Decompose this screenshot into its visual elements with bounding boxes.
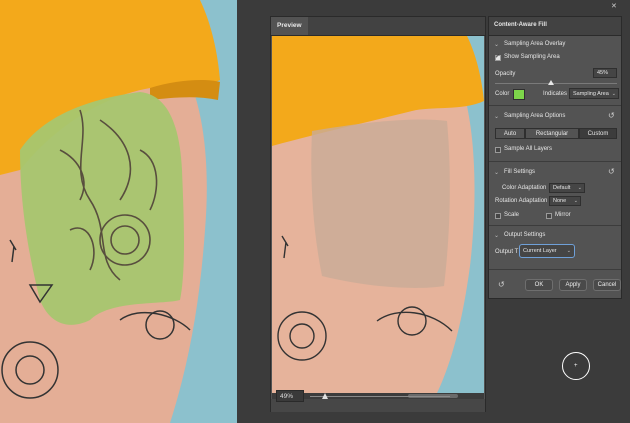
close-icon[interactable]: ✕	[611, 2, 617, 10]
section-heading-sampling-options[interactable]: Sampling Area Options	[504, 113, 565, 119]
zoom-slider-thumb[interactable]	[322, 393, 328, 399]
color-label: Color	[495, 91, 510, 97]
reset-icon[interactable]: ↺	[498, 280, 505, 289]
section-heading-sampling-overlay[interactable]: Sampling Area Overlay	[504, 41, 565, 47]
divider	[489, 105, 621, 106]
mirror-checkbox[interactable]	[546, 213, 552, 219]
sample-all-layers-label: Sample All Layers	[504, 146, 553, 152]
chevron-down-icon[interactable]: ⌄	[494, 232, 499, 239]
indicates-dropdown[interactable]: Sampling Area ⌄	[569, 88, 619, 99]
cursor-crosshair-icon: +	[574, 363, 578, 369]
output-to-label: Output T	[495, 249, 519, 255]
output-to-dropdown[interactable]: Current Layer ⌄	[519, 244, 575, 258]
color-adaptation-dropdown[interactable]: Default ⌄	[549, 183, 585, 193]
sample-all-layers-checkbox[interactable]	[495, 147, 501, 153]
tab-preview[interactable]: Preview	[271, 17, 308, 35]
opacity-slider-track[interactable]	[495, 83, 617, 84]
zoom-slider-track[interactable]	[310, 396, 450, 397]
overlay-color-swatch[interactable]	[513, 89, 525, 100]
section-heading-output-settings[interactable]: Output Settings	[504, 232, 545, 238]
indicates-value: Sampling Area	[573, 91, 609, 97]
apply-button[interactable]: Apply	[559, 279, 587, 291]
output-to-value: Current Layer	[523, 248, 557, 254]
custom-button[interactable]: Custom	[579, 128, 617, 139]
rotation-adaptation-value: None	[553, 198, 567, 204]
mirror-label: Mirror	[555, 212, 571, 218]
content-aware-fill-panel: Content-Aware Fill ⌄ Sampling Area Overl…	[488, 16, 622, 299]
chevron-down-icon: ⌄	[573, 198, 578, 204]
checkmark-icon: ✓	[495, 54, 501, 60]
color-adaptation-label: Color Adaptation	[502, 185, 547, 191]
ok-button[interactable]: OK	[525, 279, 553, 291]
chevron-down-icon[interactable]: ⌄	[494, 113, 499, 120]
document-canvas[interactable]	[0, 0, 237, 423]
scale-label: Scale	[504, 212, 520, 218]
divider	[489, 225, 621, 226]
preview-image[interactable]	[272, 36, 484, 393]
section-heading-fill-settings[interactable]: Fill Settings	[504, 169, 535, 175]
show-sampling-label: Show Sampling Area	[504, 54, 560, 60]
reset-icon[interactable]: ↺	[608, 167, 615, 176]
opacity-field[interactable]: 45%	[593, 68, 617, 78]
empty-panel-area	[488, 299, 622, 423]
preview-photo	[272, 36, 484, 393]
chevron-down-icon[interactable]: ⌄	[494, 41, 499, 48]
scale-checkbox[interactable]	[495, 213, 501, 219]
chevron-down-icon[interactable]: ⌄	[494, 169, 499, 176]
rotation-adaptation-dropdown[interactable]: None ⌄	[549, 196, 581, 206]
zoom-field[interactable]: 49%	[276, 390, 304, 402]
indicates-label: Indicates	[543, 91, 568, 97]
auto-button[interactable]: Auto	[495, 128, 525, 139]
canvas-photo	[0, 0, 237, 423]
preview-tab-bar: Preview	[271, 17, 485, 36]
chevron-down-icon: ⌄	[611, 91, 616, 97]
opacity-label: Opacity	[495, 71, 516, 77]
color-adaptation-value: Default	[553, 185, 571, 191]
divider	[489, 269, 621, 270]
panel-header: Content-Aware Fill	[489, 17, 621, 36]
rectangular-button[interactable]: Rectangular	[525, 128, 579, 139]
opacity-slider-thumb[interactable]	[548, 80, 554, 85]
cancel-button[interactable]: Cancel	[593, 279, 621, 291]
panel-title: Content-Aware Fill	[494, 22, 547, 28]
divider	[489, 161, 621, 162]
chevron-down-icon: ⌄	[577, 185, 582, 191]
reset-icon[interactable]: ↺	[608, 111, 615, 120]
chevron-down-icon: ⌄	[566, 248, 571, 254]
rotation-adaptation-label: Rotation Adaptation	[495, 198, 548, 204]
preview-panel: Preview	[270, 16, 486, 412]
